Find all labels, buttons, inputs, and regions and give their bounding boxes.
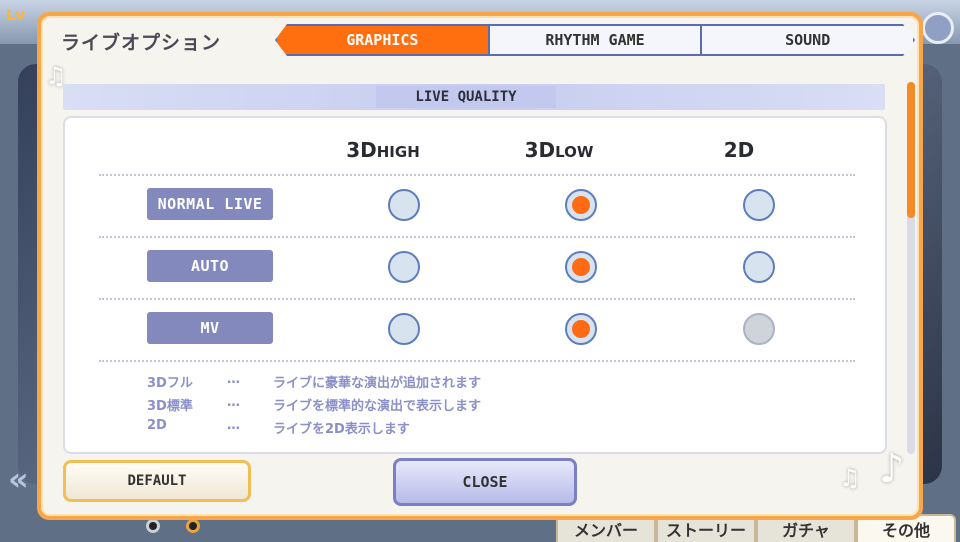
dialog-body: ライブオプション GRAPHICS RHYTHM GAME SOUND ♫ LI… [41,16,919,516]
desc-sep: … [227,395,240,410]
row-label-mv: MV [147,312,273,344]
page-dot-active [186,519,200,533]
close-button[interactable]: CLOSE [393,458,577,506]
radio-mv-3d-low[interactable] [565,313,597,345]
desc-term: 3Dフル [147,376,193,391]
row-label-auto: AUTO [147,250,273,282]
column-header-2d: 2D [724,138,755,162]
default-button[interactable]: DEFAULT [63,460,251,502]
radio-mv-2d-disabled [743,313,775,345]
column-header-3d-low: 3DLOW [525,138,594,162]
radio-auto-2d[interactable] [743,251,775,283]
divider [99,174,855,176]
scrollbar[interactable] [907,82,915,454]
column-main: 3D [346,138,377,162]
section-label: LIVE QUALITY [376,86,556,108]
left-arrow-icon[interactable]: « [8,460,29,498]
radio-normal-2d[interactable] [743,189,775,221]
radio-auto-3d-low[interactable] [565,251,597,283]
page-dot [146,519,160,533]
page-indicator [146,519,200,533]
radio-auto-3d-high[interactable] [388,251,420,283]
music-note-icon: ♪ [879,446,905,492]
tab-rhythm-game[interactable]: RHYTHM GAME [489,26,703,54]
tab-sound[interactable]: SOUND [702,26,914,54]
scrollbar-thumb[interactable] [907,82,915,218]
desc-text: ライブを2D表示します [273,422,410,437]
column-main: 2D [723,138,755,162]
column-sub: LOW [555,143,594,161]
desc-term: 3D標準 [147,399,193,414]
desc-text: ライブを標準的な演出で表示します [273,399,482,414]
quality-panel: 3DHIGH 3DLOW 2D NORMAL LIVE AUTO MV 3Dフル… [63,116,887,454]
music-note-icon: ♫ [839,464,861,492]
tab-graphics[interactable]: GRAPHICS [277,26,490,54]
radio-normal-3d-low[interactable] [565,189,597,221]
divider [99,360,855,362]
column-sub: HIGH [376,143,420,161]
tab-bar: GRAPHICS RHYTHM GAME SOUND [275,24,915,56]
desc-sep: … [227,418,240,433]
column-main: 3D [524,138,556,162]
divider [99,236,855,238]
radio-normal-3d-high[interactable] [388,189,420,221]
radio-mv-3d-high[interactable] [388,313,420,345]
desc-text: ライブに豪華な演出が追加されます [273,376,482,391]
desc-term: 2D [147,418,167,433]
live-options-dialog: ライブオプション GRAPHICS RHYTHM GAME SOUND ♫ LI… [37,12,923,520]
divider [99,298,855,300]
row-label-normal-live: NORMAL LIVE [147,188,273,220]
profile-icon[interactable] [922,12,954,44]
column-header-3d-high: 3DHIGH [346,138,420,162]
desc-sep: … [227,372,240,387]
dialog-title: ライブオプション [61,32,222,54]
level-label: Lv [6,6,26,24]
